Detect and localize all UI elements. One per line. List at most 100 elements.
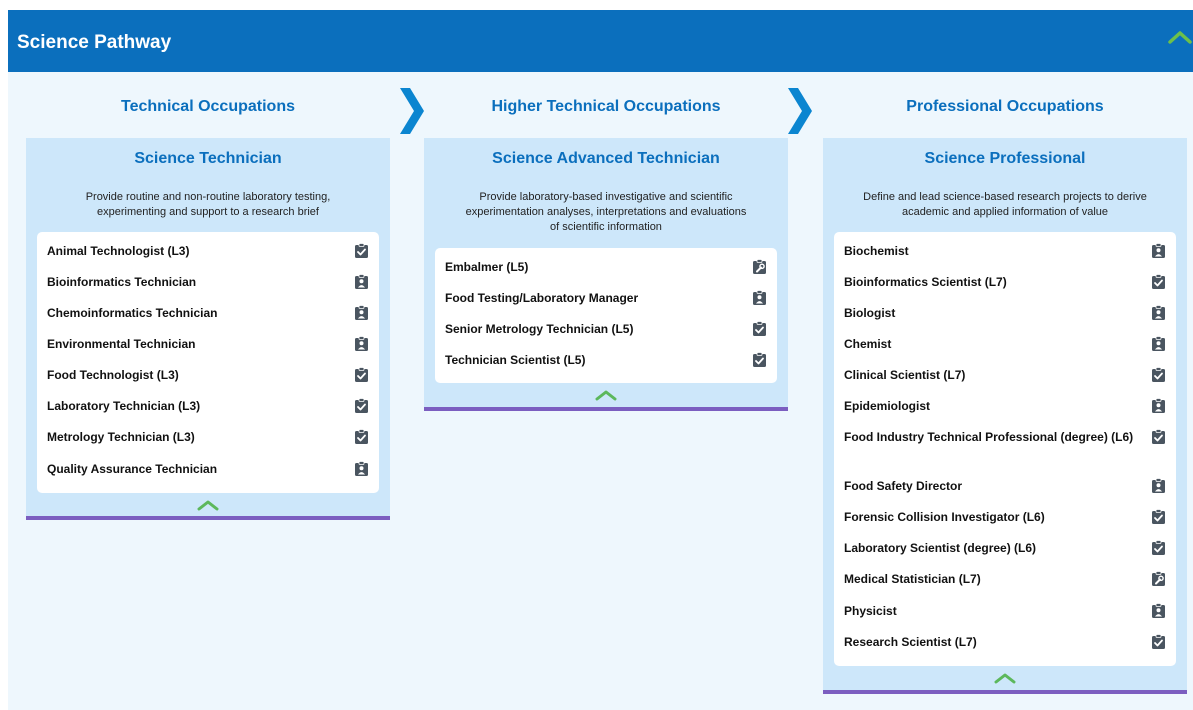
description-line: experimenting and support to a research …: [97, 206, 319, 218]
list-item-label: Bioinformatics Technician: [47, 275, 197, 289]
card-description: Provide routine and non-routine laborato…: [34, 190, 382, 220]
clipboard-person-icon: [1151, 305, 1166, 320]
list-item[interactable]: Technician Scientist (L5): [445, 351, 767, 369]
description-line: of scientific information: [550, 221, 662, 233]
list-item[interactable]: Chemist: [844, 335, 1166, 353]
list-item-label: Food Safety Director: [844, 479, 963, 493]
card-science-advanced-technician: Science Advanced Technician Provide labo…: [424, 138, 788, 411]
clipboard-check-icon: [1151, 540, 1166, 555]
clipboard-check-icon: [1151, 634, 1166, 649]
list-item-label: Epidemiologist: [844, 399, 931, 413]
list-item[interactable]: Laboratory Technician (L3): [47, 397, 369, 415]
list-item-label: Technician Scientist (L5): [445, 353, 586, 367]
description-line: experimentation analyses, interpretation…: [465, 206, 747, 218]
list-item-label: Bioinformatics Scientist (L7): [844, 275, 1007, 289]
panel-title: Science Pathway: [17, 32, 172, 53]
list-item[interactable]: Research Scientist (L7): [844, 633, 1166, 651]
clipboard-person-icon: [1151, 603, 1166, 618]
list-item-label: Biologist: [844, 306, 896, 320]
list-item[interactable]: Epidemiologist: [844, 397, 1166, 415]
list-item-label: Food Testing/Laboratory Manager: [445, 291, 639, 305]
clipboard-check-icon: [354, 243, 369, 258]
list-item-label: Biochemist: [844, 244, 909, 258]
list-item-label: Laboratory Technician (L3): [47, 399, 201, 413]
list-item-label: Physicist: [844, 604, 897, 618]
card-title: Science Technician: [134, 150, 282, 167]
list-item[interactable]: Animal Technologist (L3): [47, 242, 369, 260]
list-item[interactable]: Metrology Technician (L3): [47, 428, 369, 446]
card-description: Provide laboratory-based investigative a…: [432, 190, 780, 235]
list-item[interactable]: Medical Statistician (L7): [844, 570, 1166, 588]
list-item[interactable]: Physicist: [844, 602, 1166, 620]
description-line: Define and lead science-based research p…: [863, 191, 1147, 203]
list-item-label: Quality Assurance Technician: [47, 462, 218, 476]
clipboard-person-icon: [354, 461, 369, 476]
card-title: Science Professional: [924, 150, 1086, 167]
list-item-label: Laboratory Scientist (degree) (L6): [844, 541, 1037, 555]
card-science-professional: Science Professional Define and lead sci…: [823, 138, 1187, 694]
occupation-list: Biochemist Bioinformatics Scientist (L7)…: [834, 232, 1176, 666]
list-item-label: Environmental Technician: [47, 337, 196, 351]
list-item[interactable]: Quality Assurance Technician: [47, 460, 369, 478]
list-item[interactable]: Food Industry Technical Professional (de…: [844, 428, 1166, 446]
chevron-up-icon[interactable]: [993, 672, 1017, 684]
card-title: Science Advanced Technician: [492, 150, 720, 167]
chevron-right-arrow-icon: [400, 88, 424, 134]
clipboard-check-icon: [1151, 274, 1166, 289]
list-item-label: Metrology Technician (L3): [47, 430, 195, 444]
column-heading-technical: Technical Occupations: [121, 98, 295, 115]
clipboard-wrench-icon: [1151, 571, 1166, 586]
list-item-label: Animal Technologist (L3): [47, 244, 190, 258]
list-item[interactable]: Forensic Collision Investigator (L6): [844, 508, 1166, 526]
list-item[interactable]: Biologist: [844, 304, 1166, 322]
list-item[interactable]: Environmental Technician: [47, 335, 369, 353]
list-item[interactable]: Biochemist: [844, 242, 1166, 260]
list-item-label: Embalmer (L5): [445, 260, 529, 274]
clipboard-check-icon: [354, 367, 369, 382]
card-science-technician: Science Technician Provide routine and n…: [26, 138, 390, 520]
clipboard-person-icon: [354, 336, 369, 351]
list-item-label: Chemist: [844, 337, 892, 351]
clipboard-check-icon: [1151, 429, 1166, 444]
list-item[interactable]: Chemoinformatics Technician: [47, 304, 369, 322]
description-line: academic and applied information of valu…: [901, 206, 1109, 218]
list-item[interactable]: Laboratory Scientist (degree) (L6): [844, 539, 1166, 557]
list-item[interactable]: Bioinformatics Scientist (L7): [844, 273, 1166, 291]
clipboard-check-icon: [752, 321, 767, 336]
panel-header[interactable]: Science Pathway: [8, 10, 1193, 72]
description-line: Provide routine and non-routine laborato…: [85, 191, 331, 203]
science-pathway-panel: Science Pathway Technical Occupations Hi…: [8, 10, 1193, 710]
occupation-list: Embalmer (L5) Food Testing/Laboratory Ma…: [435, 248, 777, 383]
clipboard-person-icon: [1151, 478, 1166, 493]
clipboard-person-icon: [1151, 336, 1166, 351]
list-item[interactable]: Food Technologist (L3): [47, 366, 369, 384]
clipboard-wrench-icon: [752, 259, 767, 274]
occupation-list: Animal Technologist (L3) Bioinformatics …: [37, 232, 379, 493]
list-item[interactable]: Clinical Scientist (L7): [844, 366, 1166, 384]
list-item[interactable]: Bioinformatics Technician: [47, 273, 369, 291]
clipboard-check-icon: [354, 429, 369, 444]
description-line: Provide laboratory-based investigative a…: [479, 191, 733, 203]
clipboard-check-icon: [354, 398, 369, 413]
chevron-right-arrow-icon: [788, 88, 812, 134]
chevron-up-icon[interactable]: [1167, 28, 1193, 46]
list-item-label: Research Scientist (L7): [844, 635, 977, 649]
clipboard-person-icon: [354, 305, 369, 320]
clipboard-check-icon: [1151, 367, 1166, 382]
clipboard-person-icon: [1151, 398, 1166, 413]
column-heading-higher-technical: Higher Technical Occupations: [491, 98, 721, 115]
clipboard-check-icon: [1151, 509, 1166, 524]
list-item-label: Food Technologist (L3): [47, 368, 179, 382]
column-heading-professional: Professional Occupations: [906, 98, 1104, 115]
list-item-label: Food Industry Technical Professional (de…: [844, 430, 1134, 444]
chevron-up-icon[interactable]: [594, 389, 618, 401]
clipboard-check-icon: [752, 352, 767, 367]
list-item-label: Medical Statistician (L7): [844, 572, 981, 586]
list-item[interactable]: Food Safety Director: [844, 477, 1166, 495]
list-item[interactable]: Embalmer (L5): [445, 258, 767, 276]
list-item[interactable]: Senior Metrology Technician (L5): [445, 320, 767, 338]
chevron-up-icon[interactable]: [196, 499, 220, 511]
list-item[interactable]: Food Testing/Laboratory Manager: [445, 289, 767, 307]
list-item-label: Chemoinformatics Technician: [47, 306, 218, 320]
clipboard-person-icon: [1151, 243, 1166, 258]
